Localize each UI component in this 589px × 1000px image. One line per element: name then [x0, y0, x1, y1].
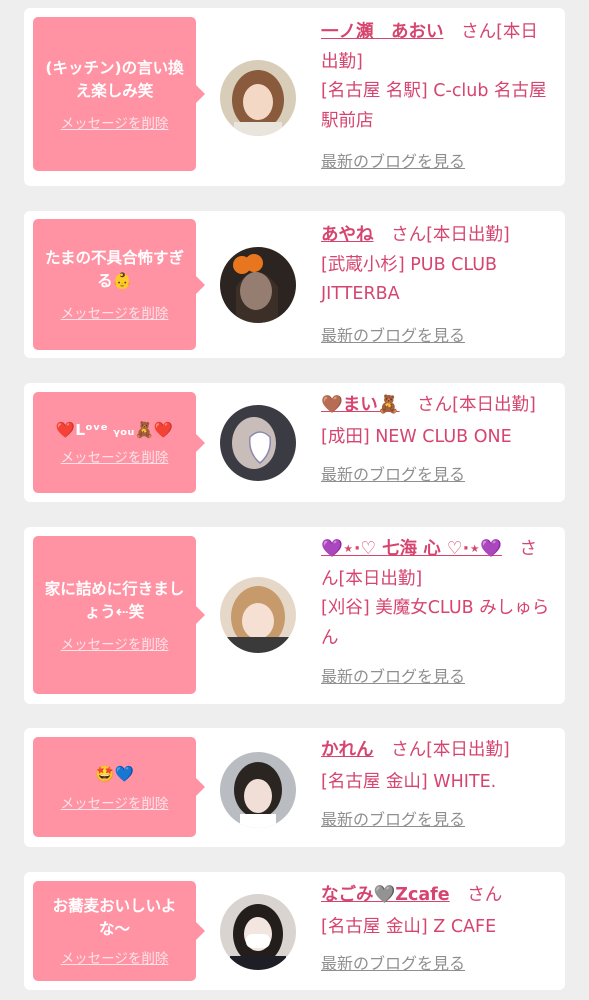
- message-text: ❤️Lᵒᵛᵉ ᵧₒᵤ🧸❤️: [55, 421, 174, 439]
- avatar[interactable]: [220, 894, 296, 970]
- latest-blog-link[interactable]: 最新のブログを見る: [321, 460, 551, 490]
- avatar[interactable]: [220, 405, 296, 481]
- honorific-label: さん: [417, 395, 453, 415]
- shop-name: [名古屋 名駅] C-club 名古屋駅前店: [321, 81, 547, 131]
- honorific-label: さん: [391, 225, 427, 245]
- message-card: 🤩💙 メッセージを削除 かれん さん[本日出勤] [名古屋 金山] WHITE.…: [24, 728, 565, 847]
- message-card: (キッチン)の言い換え楽しみ笑 メッセージを削除 一ノ瀬 あおい さん[本日出勤…: [24, 8, 565, 186]
- avatar[interactable]: [220, 752, 296, 828]
- message-text: 🤩💙: [95, 764, 134, 783]
- message-list: (キッチン)の言い換え楽しみ笑 メッセージを削除 一ノ瀬 あおい さん[本日出勤…: [0, 0, 589, 1000]
- cast-info: かれん さん[本日出勤] [名古屋 金山] WHITE. 最新のブログを見る: [321, 736, 551, 835]
- shop-name: [名古屋 金山] WHITE.: [321, 771, 497, 792]
- avatar[interactable]: [220, 247, 296, 323]
- shop-name: [刈谷] 美魔女CLUB みしゅらん: [321, 598, 550, 648]
- cast-info: あやね さん[本日出勤] [武蔵小杉] PUB CLUB JITTERBA 最新…: [321, 221, 551, 350]
- avatar-photo-icon: [220, 752, 296, 828]
- honorific-label: さん: [391, 740, 427, 760]
- honorific-label: さん: [461, 22, 497, 42]
- work-status: [本日出勤]: [426, 740, 510, 760]
- message-card: 家に詰めに行きましょう⇠笑 メッセージを削除 💜⋆⋅♡ 七海 心 ♡⋅⋆💜 さん…: [24, 527, 565, 704]
- delete-message-link[interactable]: メッセージを削除: [61, 792, 169, 812]
- avatar-photo-icon: [220, 577, 296, 653]
- message-text: 家に詰めに行きましょう⇠笑: [44, 579, 185, 621]
- latest-blog-link[interactable]: 最新のブログを見る: [321, 147, 551, 177]
- avatar-photo-icon: [220, 405, 296, 481]
- cast-name-link[interactable]: 🤎まい🧸: [321, 395, 400, 415]
- message-text: たまの不具合怖すぎる👶: [44, 249, 185, 290]
- delete-message-link[interactable]: メッセージを削除: [61, 302, 169, 322]
- message-card: お蕎麦おいしいよな〜 メッセージを削除 なごみ🩶Zcafe さん [名古屋 金山…: [24, 872, 565, 990]
- message-text: お蕎麦おいしいよな〜: [52, 897, 177, 938]
- avatar[interactable]: [220, 60, 296, 136]
- delete-message-link[interactable]: メッセージを削除: [61, 633, 169, 653]
- message-bubble: (キッチン)の言い換え楽しみ笑 メッセージを削除: [33, 17, 205, 171]
- cast-info: 一ノ瀬 あおい さん[本日出勤] [名古屋 名駅] C-club 名古屋駅前店 …: [321, 18, 551, 177]
- latest-blog-link[interactable]: 最新のブログを見る: [321, 662, 551, 692]
- message-bubble: お蕎麦おいしいよな〜 メッセージを削除: [33, 881, 205, 981]
- message-card: たまの不具合怖すぎる👶 メッセージを削除 あやね さん[本日出勤] [武蔵小杉]…: [24, 211, 565, 358]
- avatar[interactable]: [220, 577, 296, 653]
- latest-blog-link[interactable]: 最新のブログを見る: [321, 805, 551, 835]
- cast-name-link[interactable]: なごみ🩶Zcafe: [321, 885, 450, 905]
- shop-name: [成田] NEW CLUB ONE: [321, 426, 512, 447]
- message-bubble: たまの不具合怖すぎる👶 メッセージを削除: [33, 219, 205, 350]
- cast-name-link[interactable]: 💜⋆⋅♡ 七海 心 ♡⋅⋆💜: [321, 539, 502, 559]
- work-status: [本日出勤]: [426, 225, 510, 245]
- avatar-photo-icon: [220, 894, 296, 970]
- latest-blog-link[interactable]: 最新のブログを見る: [321, 321, 551, 351]
- message-bubble: 🤩💙 メッセージを削除: [33, 737, 205, 837]
- work-status: [本日出勤]: [338, 568, 423, 589]
- cast-info: 💜⋆⋅♡ 七海 心 ♡⋅⋆💜 さん[本日出勤] [刈谷] 美魔女CLUB みしゅ…: [321, 535, 551, 692]
- cast-info: なごみ🩶Zcafe さん [名古屋 金山] Z CAFE 最新のブログを見る: [321, 881, 551, 979]
- message-text: (キッチン)の言い換え楽しみ笑: [45, 58, 184, 100]
- delete-message-link[interactable]: メッセージを削除: [61, 446, 169, 466]
- work-status: [本日出勤]: [452, 395, 536, 415]
- message-bubble: ❤️Lᵒᵛᵉ ᵧₒᵤ🧸❤️ メッセージを削除: [33, 392, 205, 493]
- delete-message-link[interactable]: メッセージを削除: [61, 112, 169, 132]
- cast-name-link[interactable]: あやね: [321, 225, 374, 245]
- delete-message-link[interactable]: メッセージを削除: [61, 947, 169, 967]
- message-card: ❤️Lᵒᵛᵉ ᵧₒᵤ🧸❤️ メッセージを削除 🤎まい🧸 さん[本日出勤] [成田…: [24, 383, 565, 502]
- avatar-photo-icon: [220, 247, 296, 323]
- latest-blog-link[interactable]: 最新のブログを見る: [321, 949, 551, 979]
- honorific-label: さん: [467, 885, 503, 905]
- avatar-photo-icon: [220, 60, 296, 136]
- message-bubble: 家に詰めに行きましょう⇠笑 メッセージを削除: [33, 536, 205, 694]
- shop-name: [名古屋 金山] Z CAFE: [321, 916, 497, 937]
- cast-name-link[interactable]: 一ノ瀬 あおい: [321, 22, 444, 42]
- cast-name-link[interactable]: かれん: [321, 740, 374, 760]
- shop-name: [武蔵小杉] PUB CLUB JITTERBA: [321, 254, 498, 305]
- cast-info: 🤎まい🧸 さん[本日出勤] [成田] NEW CLUB ONE 最新のブログを見…: [321, 391, 551, 490]
